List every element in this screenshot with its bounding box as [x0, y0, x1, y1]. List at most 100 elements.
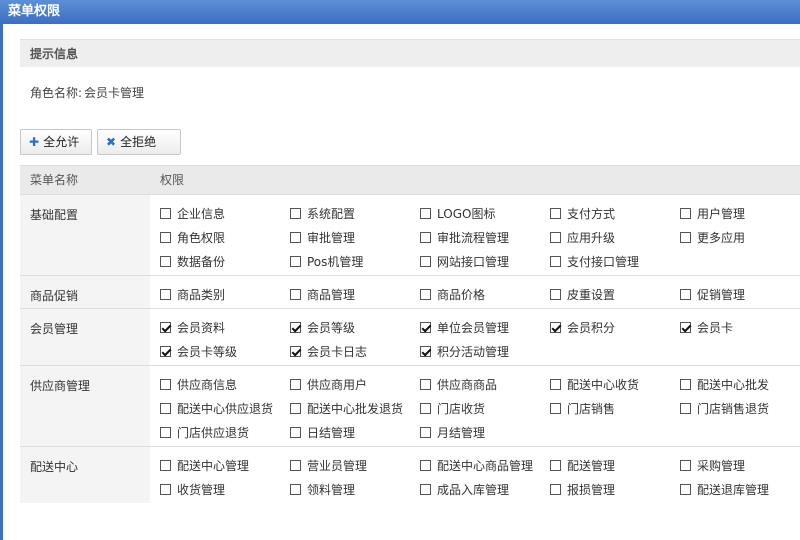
permission-item[interactable]: 领料管理 — [290, 481, 420, 497]
permission-checkbox[interactable] — [420, 207, 431, 219]
permission-checkbox[interactable] — [420, 288, 431, 300]
permission-item[interactable]: 供应商信息 — [160, 376, 290, 392]
permission-item[interactable]: 企业信息 — [160, 205, 290, 221]
permission-item[interactable]: 商品价格 — [420, 286, 550, 302]
permission-item[interactable]: 积分活动管理 — [420, 343, 550, 359]
permission-item[interactable]: 会员卡日志 — [290, 343, 420, 359]
permission-item[interactable]: 配送中心批发退货 — [290, 400, 420, 416]
permission-item[interactable]: 皮重设置 — [550, 286, 680, 302]
permission-checkbox[interactable] — [290, 459, 301, 471]
permission-item[interactable]: 应用升级 — [550, 229, 680, 245]
permission-item[interactable]: 审批管理 — [290, 229, 420, 245]
permission-item[interactable]: 配送中心收货 — [550, 376, 680, 392]
permission-checkbox[interactable] — [290, 426, 301, 438]
permission-checkbox[interactable] — [550, 321, 561, 333]
permission-item[interactable]: Pos机管理 — [290, 253, 420, 269]
permission-checkbox[interactable] — [160, 426, 171, 438]
permission-item[interactable]: 配送中心批发 — [680, 376, 800, 392]
permission-checkbox[interactable] — [160, 207, 171, 219]
permission-checkbox[interactable] — [290, 402, 301, 414]
permission-item[interactable]: 会员卡 — [680, 319, 800, 335]
permission-checkbox[interactable] — [160, 402, 171, 414]
permission-item[interactable]: 月结管理 — [420, 424, 550, 440]
permission-item[interactable]: 门店收货 — [420, 400, 550, 416]
permission-checkbox[interactable] — [550, 402, 561, 414]
permission-checkbox[interactable] — [550, 483, 561, 495]
permission-item[interactable]: 配送退库管理 — [680, 481, 800, 497]
permission-checkbox[interactable] — [290, 345, 301, 357]
permission-item[interactable]: 门店供应退货 — [160, 424, 290, 440]
permission-checkbox[interactable] — [680, 483, 691, 495]
permission-item[interactable]: 配送中心供应退货 — [160, 400, 290, 416]
permission-checkbox[interactable] — [680, 459, 691, 471]
permission-checkbox[interactable] — [290, 288, 301, 300]
permission-item[interactable]: 系统配置 — [290, 205, 420, 221]
permission-item[interactable]: 单位会员管理 — [420, 319, 550, 335]
permission-checkbox[interactable] — [420, 231, 431, 243]
permission-item[interactable]: 日结管理 — [290, 424, 420, 440]
permission-checkbox[interactable] — [420, 483, 431, 495]
permission-checkbox[interactable] — [160, 288, 171, 300]
permission-item[interactable]: 网站接口管理 — [420, 253, 550, 269]
permission-checkbox[interactable] — [680, 288, 691, 300]
permission-checkbox[interactable] — [420, 459, 431, 471]
permission-item[interactable]: 营业员管理 — [290, 457, 420, 473]
permission-checkbox[interactable] — [420, 402, 431, 414]
permission-item[interactable]: 报损管理 — [550, 481, 680, 497]
permission-checkbox[interactable] — [160, 321, 171, 333]
permission-item[interactable]: 配送管理 — [550, 457, 680, 473]
permission-checkbox[interactable] — [680, 378, 691, 390]
permission-checkbox[interactable] — [680, 402, 691, 414]
permission-checkbox[interactable] — [420, 321, 431, 333]
permission-checkbox[interactable] — [290, 207, 301, 219]
permission-checkbox[interactable] — [290, 378, 301, 390]
permission-checkbox[interactable] — [420, 345, 431, 357]
permission-checkbox[interactable] — [160, 255, 171, 267]
deny-all-button[interactable]: ✖ 全拒绝 — [97, 129, 181, 155]
permission-item[interactable]: 会员资料 — [160, 319, 290, 335]
permission-item[interactable]: 供应商商品 — [420, 376, 550, 392]
permission-checkbox[interactable] — [680, 231, 691, 243]
permission-item[interactable]: 会员卡等级 — [160, 343, 290, 359]
permission-item[interactable]: 会员积分 — [550, 319, 680, 335]
allow-all-button[interactable]: ✚ 全允许 — [20, 129, 92, 155]
permission-item[interactable]: 配送中心管理 — [160, 457, 290, 473]
permission-item[interactable]: 会员等级 — [290, 319, 420, 335]
permission-checkbox[interactable] — [550, 207, 561, 219]
permission-checkbox[interactable] — [420, 378, 431, 390]
permission-checkbox[interactable] — [680, 321, 691, 333]
permission-checkbox[interactable] — [420, 255, 431, 267]
permission-checkbox[interactable] — [420, 426, 431, 438]
permission-item[interactable]: 采购管理 — [680, 457, 800, 473]
permission-item[interactable]: 支付接口管理 — [550, 253, 680, 269]
permission-checkbox[interactable] — [680, 207, 691, 219]
permission-item[interactable]: 收货管理 — [160, 481, 290, 497]
permission-item[interactable]: 门店销售 — [550, 400, 680, 416]
permission-item[interactable]: 促销管理 — [680, 286, 800, 302]
permission-item[interactable]: 角色权限 — [160, 229, 290, 245]
permission-item[interactable]: 数据备份 — [160, 253, 290, 269]
permission-checkbox[interactable] — [550, 231, 561, 243]
permission-checkbox[interactable] — [160, 345, 171, 357]
permission-checkbox[interactable] — [160, 483, 171, 495]
permission-item[interactable]: 商品管理 — [290, 286, 420, 302]
permission-item[interactable]: LOGO图标 — [420, 205, 550, 221]
permission-checkbox[interactable] — [550, 288, 561, 300]
permission-checkbox[interactable] — [550, 255, 561, 267]
permission-checkbox[interactable] — [160, 459, 171, 471]
permission-item[interactable]: 支付方式 — [550, 205, 680, 221]
permission-checkbox[interactable] — [550, 378, 561, 390]
permission-item[interactable]: 成品入库管理 — [420, 481, 550, 497]
permission-item[interactable]: 用户管理 — [680, 205, 800, 221]
permission-item[interactable]: 商品类别 — [160, 286, 290, 302]
permission-item[interactable]: 配送中心商品管理 — [420, 457, 550, 473]
permission-checkbox[interactable] — [160, 378, 171, 390]
permission-item[interactable]: 供应商用户 — [290, 376, 420, 392]
permission-checkbox[interactable] — [290, 321, 301, 333]
permission-checkbox[interactable] — [160, 231, 171, 243]
permission-checkbox[interactable] — [290, 483, 301, 495]
permission-item[interactable]: 审批流程管理 — [420, 229, 550, 245]
permission-item[interactable]: 更多应用 — [680, 229, 800, 245]
permission-item[interactable]: 门店销售退货 — [680, 400, 800, 416]
permission-checkbox[interactable] — [290, 231, 301, 243]
